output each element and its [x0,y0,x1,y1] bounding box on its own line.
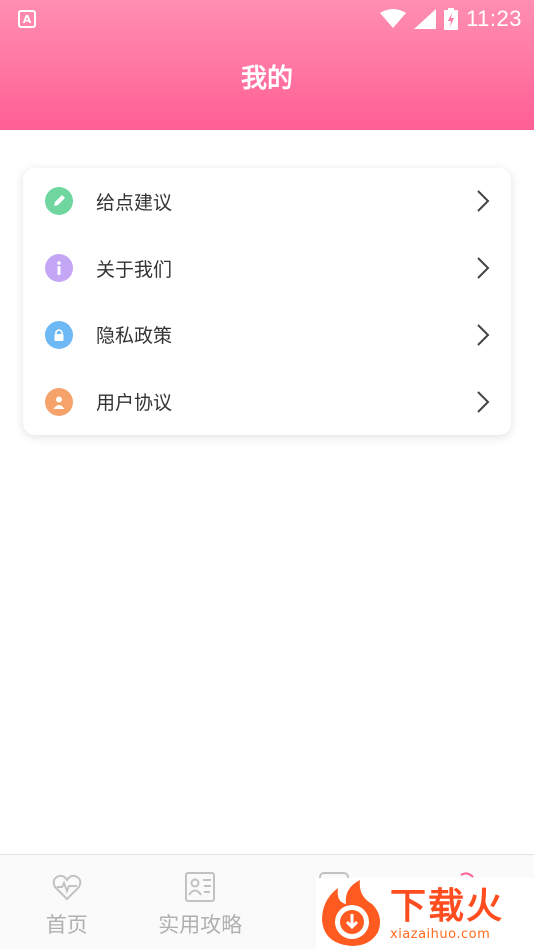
tab-label: 实用攻略 [158,913,243,937]
menu-item-privacy[interactable]: 隐私政策 [23,302,511,369]
chevron-right-icon [477,257,490,279]
menu-item-label: 给点建议 [96,191,173,214]
pencil-icon [45,187,73,216]
tab-guide[interactable]: 实用攻略 [134,855,268,950]
status-icons: 11:23 [380,6,522,32]
menu-item-suggestion[interactable]: 给点建议 [23,168,511,235]
chevron-right-icon [477,390,490,413]
menu-item-label: 关于我们 [96,258,173,281]
menu-item-about[interactable]: 关于我们 [23,235,511,302]
tab-label: 首页 [45,913,88,937]
cell-signal-icon [414,9,437,29]
flame-logo-icon [322,880,380,946]
info-icon [45,254,73,283]
user-icon [45,387,73,416]
status-bar: A 11:23 [0,0,534,38]
watermark-text: 下载火 xiazaihuo.com [390,885,505,942]
chevron-right-icon [477,190,490,213]
header: A 11:23 我的 [0,0,534,130]
watermark-url: xiazaihuo.com [390,926,491,942]
clock: 11:23 [466,6,522,31]
notification-badge: A [18,10,36,28]
heart-pulse-icon [52,874,82,901]
menu-card: 给点建议 关于我们 隐私政策 用户协议 [23,168,511,435]
page-title: 我的 [240,64,293,94]
lock-icon [45,320,73,349]
guide-card-icon [185,872,216,902]
menu-item-label: 用户协议 [96,392,173,415]
battery-charging-icon [444,8,459,30]
watermark-title: 下载火 [390,885,505,927]
chevron-right-icon [477,324,490,346]
wifi-icon [380,9,407,28]
menu-item-agreement[interactable]: 用户协议 [23,368,511,435]
menu-item-label: 隐私政策 [96,325,173,348]
watermark: 下载火 xiazaihuo.com [316,878,534,950]
tab-home[interactable]: 首页 [0,855,134,950]
